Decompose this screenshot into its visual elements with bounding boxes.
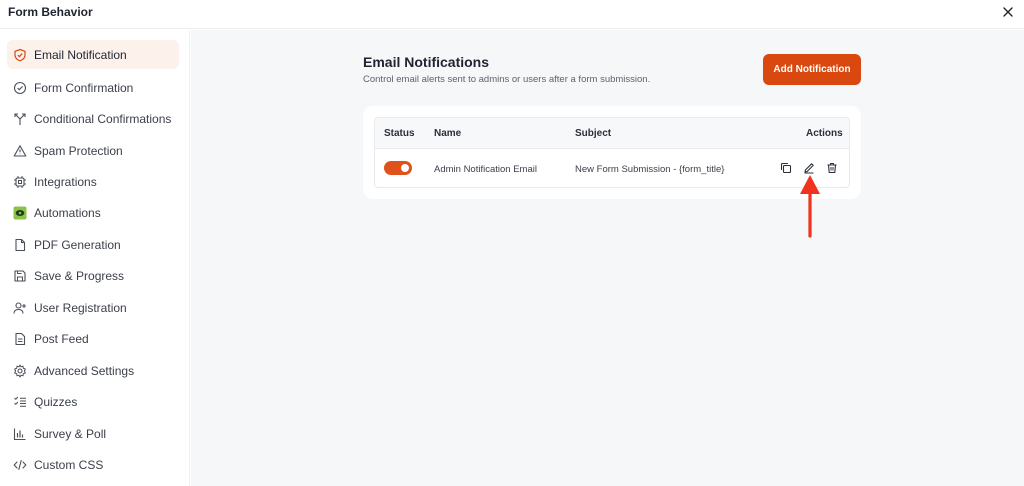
sidebar-item-label: Save & Progress [34, 268, 125, 283]
floppy-disk-icon [13, 269, 27, 283]
sidebar-item-user-registration[interactable]: User Registration [7, 293, 179, 322]
file-icon [13, 238, 27, 252]
user-plus-icon [13, 301, 27, 315]
sidebar-item-label: Custom CSS [34, 457, 104, 472]
column-header-status: Status [384, 128, 415, 139]
sidebar-item-quizzes[interactable]: Quizzes [7, 387, 179, 416]
sidebar-item-label: User Registration [34, 300, 127, 315]
chip-icon [13, 175, 27, 189]
toggle-knob [401, 164, 409, 172]
add-notification-button[interactable]: Add Notification [763, 54, 861, 85]
sidebar-item-label: Integrations [34, 174, 97, 189]
sidebar-item-label: Survey & Poll [34, 426, 107, 441]
check-circle-icon [13, 81, 27, 95]
sidebar-item-email-notification[interactable]: Email Notification [7, 40, 179, 69]
close-icon[interactable] [1000, 4, 1016, 20]
notifications-table: Status Name Subject Actions Admin Notifi… [374, 117, 850, 188]
notification-subject: New Form Submission - {form_title} [575, 164, 725, 175]
sidebar-item-label: Post Feed [34, 331, 89, 346]
code-icon [13, 458, 27, 472]
notification-name: Admin Notification Email [434, 164, 537, 175]
sidebar-item-label: Advanced Settings [34, 363, 135, 378]
sidebar-item-label: PDF Generation [34, 237, 121, 252]
sidebar-item-survey-poll[interactable]: Survey & Poll [7, 419, 179, 448]
sidebar-item-save-progress[interactable]: Save & Progress [7, 261, 179, 290]
annotation-arrow-icon [800, 175, 820, 238]
sidebar-item-pdf-generation[interactable]: PDF Generation [7, 230, 179, 259]
sidebar-item-label: Email Notification [34, 47, 127, 62]
automation-logo-icon [13, 206, 27, 220]
sidebar-item-conditional-confirmations[interactable]: Conditional Confirmations [7, 104, 179, 133]
sidebar-item-advanced-settings[interactable]: Advanced Settings [7, 356, 179, 385]
duplicate-icon[interactable] [779, 161, 793, 175]
main-content: Email Notifications Control email alerts… [191, 30, 1024, 486]
sidebar-item-automations[interactable]: Automations [7, 198, 179, 227]
document-icon [13, 332, 27, 346]
window-title: Form Behavior [8, 5, 93, 19]
column-header-actions: Actions [806, 128, 843, 139]
sidebar: Email Notification Form Confirmation Con… [0, 30, 190, 486]
warning-triangle-icon [13, 144, 27, 158]
sidebar-item-custom-css[interactable]: Custom CSS [7, 450, 179, 479]
page-subtitle: Control email alerts sent to admins or u… [363, 74, 651, 85]
column-header-name: Name [434, 128, 462, 139]
column-header-subject: Subject [575, 128, 612, 139]
bar-chart-icon [13, 427, 27, 441]
sidebar-item-form-confirmation[interactable]: Form Confirmation [7, 73, 179, 102]
sidebar-item-label: Automations [34, 205, 101, 220]
notifications-card: Status Name Subject Actions Admin Notifi… [363, 106, 861, 199]
trash-icon[interactable] [825, 161, 839, 175]
shield-icon [13, 48, 27, 62]
sidebar-item-spam-protection[interactable]: Spam Protection [7, 136, 179, 165]
sidebar-item-label: Spam Protection [34, 143, 123, 158]
status-toggle[interactable] [384, 161, 412, 175]
sidebar-item-label: Conditional Confirmations [34, 111, 172, 126]
sidebar-item-post-feed[interactable]: Post Feed [7, 324, 179, 353]
split-arrows-icon [13, 112, 27, 126]
sidebar-item-label: Quizzes [34, 394, 78, 409]
sidebar-item-label: Form Confirmation [34, 80, 134, 95]
sidebar-item-integrations[interactable]: Integrations [7, 167, 179, 196]
title-bar: Form Behavior [0, 0, 1024, 29]
checklist-icon [13, 395, 27, 409]
gear-icon [13, 364, 27, 378]
page-title: Email Notifications [363, 54, 490, 70]
